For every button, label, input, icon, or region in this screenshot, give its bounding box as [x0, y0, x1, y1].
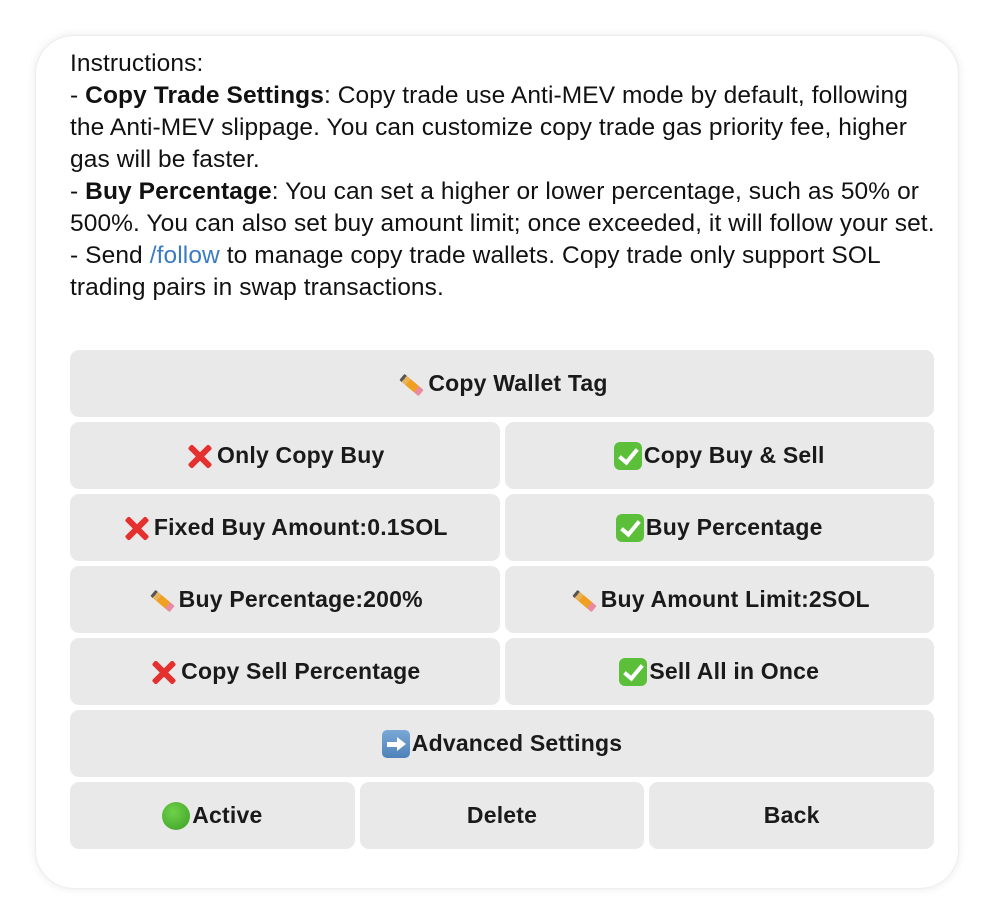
buy-percentage-value-button[interactable]: Buy Percentage:200%	[70, 566, 500, 633]
instruction-title-copy-trade: Copy Trade Settings	[85, 82, 324, 109]
keyboard-row: Fixed Buy Amount:0.1SOL Buy Percentage	[70, 494, 934, 561]
keyboard-row: Copy Sell Percentage Sell All in Once	[70, 638, 934, 705]
red-cross-icon	[149, 657, 179, 687]
fixed-buy-amount-button[interactable]: Fixed Buy Amount:0.1SOL	[70, 494, 500, 561]
keyboard-row: Only Copy Buy Copy Buy & Sell	[70, 422, 934, 489]
instructions-message: Instructions: - Copy Trade Settings: Cop…	[70, 48, 940, 304]
instruction-title-buy-percentage: Buy Percentage	[85, 178, 272, 205]
sell-all-in-once-button[interactable]: Sell All in Once	[504, 638, 934, 705]
right-arrow-icon	[381, 729, 410, 758]
buy-amount-limit-button[interactable]: Buy Amount Limit:2SOL	[504, 566, 934, 633]
buy-percentage-button[interactable]: Buy Percentage	[504, 494, 934, 561]
instructions-intro: Instructions:	[70, 50, 204, 77]
red-cross-icon	[122, 513, 152, 543]
advanced-settings-button[interactable]: Advanced Settings	[70, 710, 934, 777]
inline-keyboard: Copy Wallet Tag Only Copy Buy Copy Buy &…	[70, 350, 935, 854]
back-button[interactable]: Back	[649, 782, 935, 849]
instruction-item-buy-percentage: - Buy Percentage: You can set a higher o…	[70, 178, 935, 237]
pencil-icon	[147, 585, 177, 615]
green-check-icon	[615, 513, 644, 542]
delete-button[interactable]: Delete	[359, 782, 645, 849]
green-circle-icon	[162, 801, 191, 830]
keyboard-row: Active Delete Back	[70, 782, 935, 849]
instruction-item-follow: - Send /follow to manage copy trade wall…	[70, 242, 880, 301]
only-copy-buy-button[interactable]: Only Copy Buy	[70, 422, 500, 489]
pencil-icon	[396, 369, 426, 399]
keyboard-row: Advanced Settings	[70, 710, 934, 777]
red-cross-icon	[185, 441, 215, 471]
keyboard-row: Buy Percentage:200% Buy Amount Limit:2SO…	[70, 566, 934, 633]
green-check-icon	[613, 441, 642, 470]
green-check-icon	[619, 657, 648, 686]
active-button[interactable]: Active	[70, 782, 355, 849]
copy-wallet-tag-button[interactable]: Copy Wallet Tag	[70, 350, 934, 417]
copy-sell-percentage-button[interactable]: Copy Sell Percentage	[70, 638, 500, 705]
copy-buy-sell-button[interactable]: Copy Buy & Sell	[504, 422, 934, 489]
keyboard-row: Copy Wallet Tag	[70, 350, 934, 417]
follow-command-link[interactable]: /follow	[150, 242, 220, 269]
pencil-icon	[569, 585, 599, 615]
instruction-item-copy-trade: - Copy Trade Settings: Copy trade use An…	[70, 82, 908, 173]
